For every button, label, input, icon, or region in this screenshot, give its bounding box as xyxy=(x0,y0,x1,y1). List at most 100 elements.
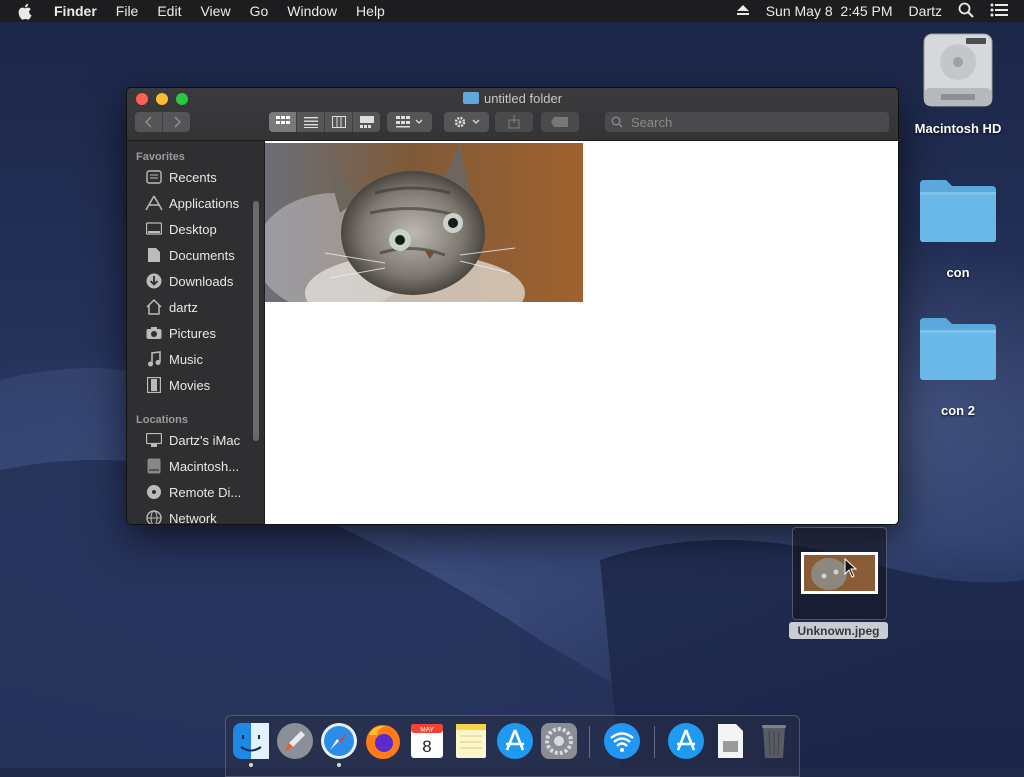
desktop-icon-con-2[interactable]: con 2 xyxy=(906,316,1010,418)
notification-center-icon[interactable] xyxy=(990,3,1008,20)
spotlight-search-icon[interactable] xyxy=(958,2,974,21)
system-preferences-icon[interactable] xyxy=(539,721,579,761)
music-icon xyxy=(145,351,163,367)
network-icon xyxy=(145,510,163,524)
home-icon xyxy=(145,299,163,315)
sidebar-scrollbar[interactable] xyxy=(253,201,259,441)
folder-icon xyxy=(920,180,996,242)
desktop-icon-label: con 2 xyxy=(941,403,975,418)
sidebar-item-music[interactable]: Music xyxy=(127,346,264,372)
menu-window[interactable]: Window xyxy=(287,3,337,19)
apple-menu-icon[interactable] xyxy=(18,3,36,20)
sidebar-item-label: Recents xyxy=(169,169,217,185)
kitten-image-file[interactable] xyxy=(265,143,583,302)
menu-user[interactable]: Dartz xyxy=(909,3,942,19)
sidebar-item-label: Macintosh... xyxy=(169,458,240,474)
sidebar-item-label: Remote Di... xyxy=(169,484,242,500)
sidebar-item-network[interactable]: Network xyxy=(127,505,264,524)
sidebar-item-remote-disc[interactable]: Remote Di... xyxy=(127,479,264,505)
menu-go[interactable]: Go xyxy=(250,3,269,19)
dragged-file-icon[interactable] xyxy=(792,527,887,620)
desktop-icon-label: con xyxy=(946,265,970,280)
window-title: untitled folder xyxy=(127,91,898,106)
clock-icon xyxy=(145,169,163,185)
gallery-view-button[interactable] xyxy=(353,112,380,132)
column-view-button[interactable] xyxy=(325,112,353,132)
sidebar-item-label: Documents xyxy=(169,247,235,263)
launchpad-icon[interactable] xyxy=(275,721,315,761)
disk-icon xyxy=(145,458,163,474)
tags-button[interactable] xyxy=(541,112,579,132)
back-forward-group xyxy=(135,112,190,132)
sidebar-section-locations: Locations xyxy=(136,414,188,426)
menu-view[interactable]: View xyxy=(200,3,230,19)
wifi-icon[interactable] xyxy=(602,721,642,761)
folder-icon xyxy=(920,318,996,380)
folder-content-area[interactable] xyxy=(265,141,898,524)
dock-separator xyxy=(589,726,590,758)
finder-icon[interactable] xyxy=(231,721,271,761)
sidebar-item-label: Movies xyxy=(169,377,211,393)
window-title-text: untitled folder xyxy=(483,91,563,106)
sidebar-item-home[interactable]: dartz xyxy=(127,294,264,320)
search-field[interactable] xyxy=(605,112,889,132)
documents-icon xyxy=(145,247,163,263)
menu-file[interactable]: File xyxy=(116,3,139,19)
sidebar-item-label: Network xyxy=(169,510,217,525)
mouse-pointer-icon xyxy=(844,558,858,578)
sidebar-item-documents[interactable]: Documents xyxy=(127,242,264,268)
preview-file-icon[interactable] xyxy=(710,721,750,761)
sidebar-item-label: Applications xyxy=(169,195,240,211)
trash-icon[interactable] xyxy=(754,721,794,761)
list-view-button[interactable] xyxy=(297,112,325,132)
remote-disc-icon xyxy=(145,484,163,500)
running-indicator xyxy=(337,763,341,767)
firefox-icon[interactable] xyxy=(363,721,403,761)
safari-icon[interactable] xyxy=(319,721,359,761)
sidebar-item-label: Desktop xyxy=(169,221,217,237)
calendar-icon[interactable]: MAY 8 xyxy=(407,721,447,761)
camera-icon xyxy=(145,325,163,341)
desktop-icon-label: Macintosh HD xyxy=(914,121,1002,136)
menu-clock[interactable]: Sun May 8 2:45 PM xyxy=(766,3,893,19)
forward-button[interactable] xyxy=(163,112,190,132)
window-toolbar: untitled folder xyxy=(127,88,898,141)
view-mode-group xyxy=(269,112,380,132)
notes-icon[interactable] xyxy=(451,721,491,761)
sidebar-item-label: Music xyxy=(169,351,203,367)
downloads-icon xyxy=(145,273,163,289)
dock-separator xyxy=(654,726,655,758)
desktop-icon xyxy=(145,221,163,237)
desktop-icon-con[interactable]: con xyxy=(906,178,1010,280)
group-by-button[interactable] xyxy=(387,112,432,132)
app-store-icon[interactable] xyxy=(495,721,535,761)
sidebar-item-recents[interactable]: Recents xyxy=(127,164,264,190)
sidebar-item-desktop[interactable]: Desktop xyxy=(127,216,264,242)
app-store-download-icon[interactable] xyxy=(666,721,706,761)
sidebar-item-movies[interactable]: Movies xyxy=(127,372,264,398)
search-icon xyxy=(611,116,623,128)
desktop-icon-macintosh-hd[interactable]: Macintosh HD xyxy=(906,30,1010,136)
menu-help[interactable]: Help xyxy=(356,3,385,19)
sidebar: Favorites Recents Applications Desktop D… xyxy=(127,141,265,524)
sidebar-item-pictures[interactable]: Pictures xyxy=(127,320,264,346)
sidebar-item-macintosh-hd[interactable]: Macintosh... xyxy=(127,453,264,479)
hard-drive-icon xyxy=(923,33,993,107)
menu-app-name[interactable]: Finder xyxy=(54,3,97,19)
sidebar-item-applications[interactable]: Applications xyxy=(127,190,264,216)
finder-window: untitled folder Favorites xyxy=(126,87,899,525)
sidebar-item-downloads[interactable]: Downloads xyxy=(127,268,264,294)
sidebar-item-label: Dartz's iMac xyxy=(169,432,241,448)
share-button[interactable] xyxy=(495,112,533,132)
sidebar-item-label: Pictures xyxy=(169,325,216,341)
sidebar-item-label: dartz xyxy=(169,299,198,315)
menu-edit[interactable]: Edit xyxy=(157,3,181,19)
back-button[interactable] xyxy=(135,112,163,132)
action-gear-button[interactable] xyxy=(444,112,489,132)
film-icon xyxy=(145,377,163,393)
eject-icon[interactable] xyxy=(736,3,750,19)
image-thumbnail-icon xyxy=(801,552,878,594)
search-input[interactable] xyxy=(629,113,863,131)
icon-view-button[interactable] xyxy=(269,112,297,132)
sidebar-item-imac[interactable]: Dartz's iMac xyxy=(127,427,264,453)
